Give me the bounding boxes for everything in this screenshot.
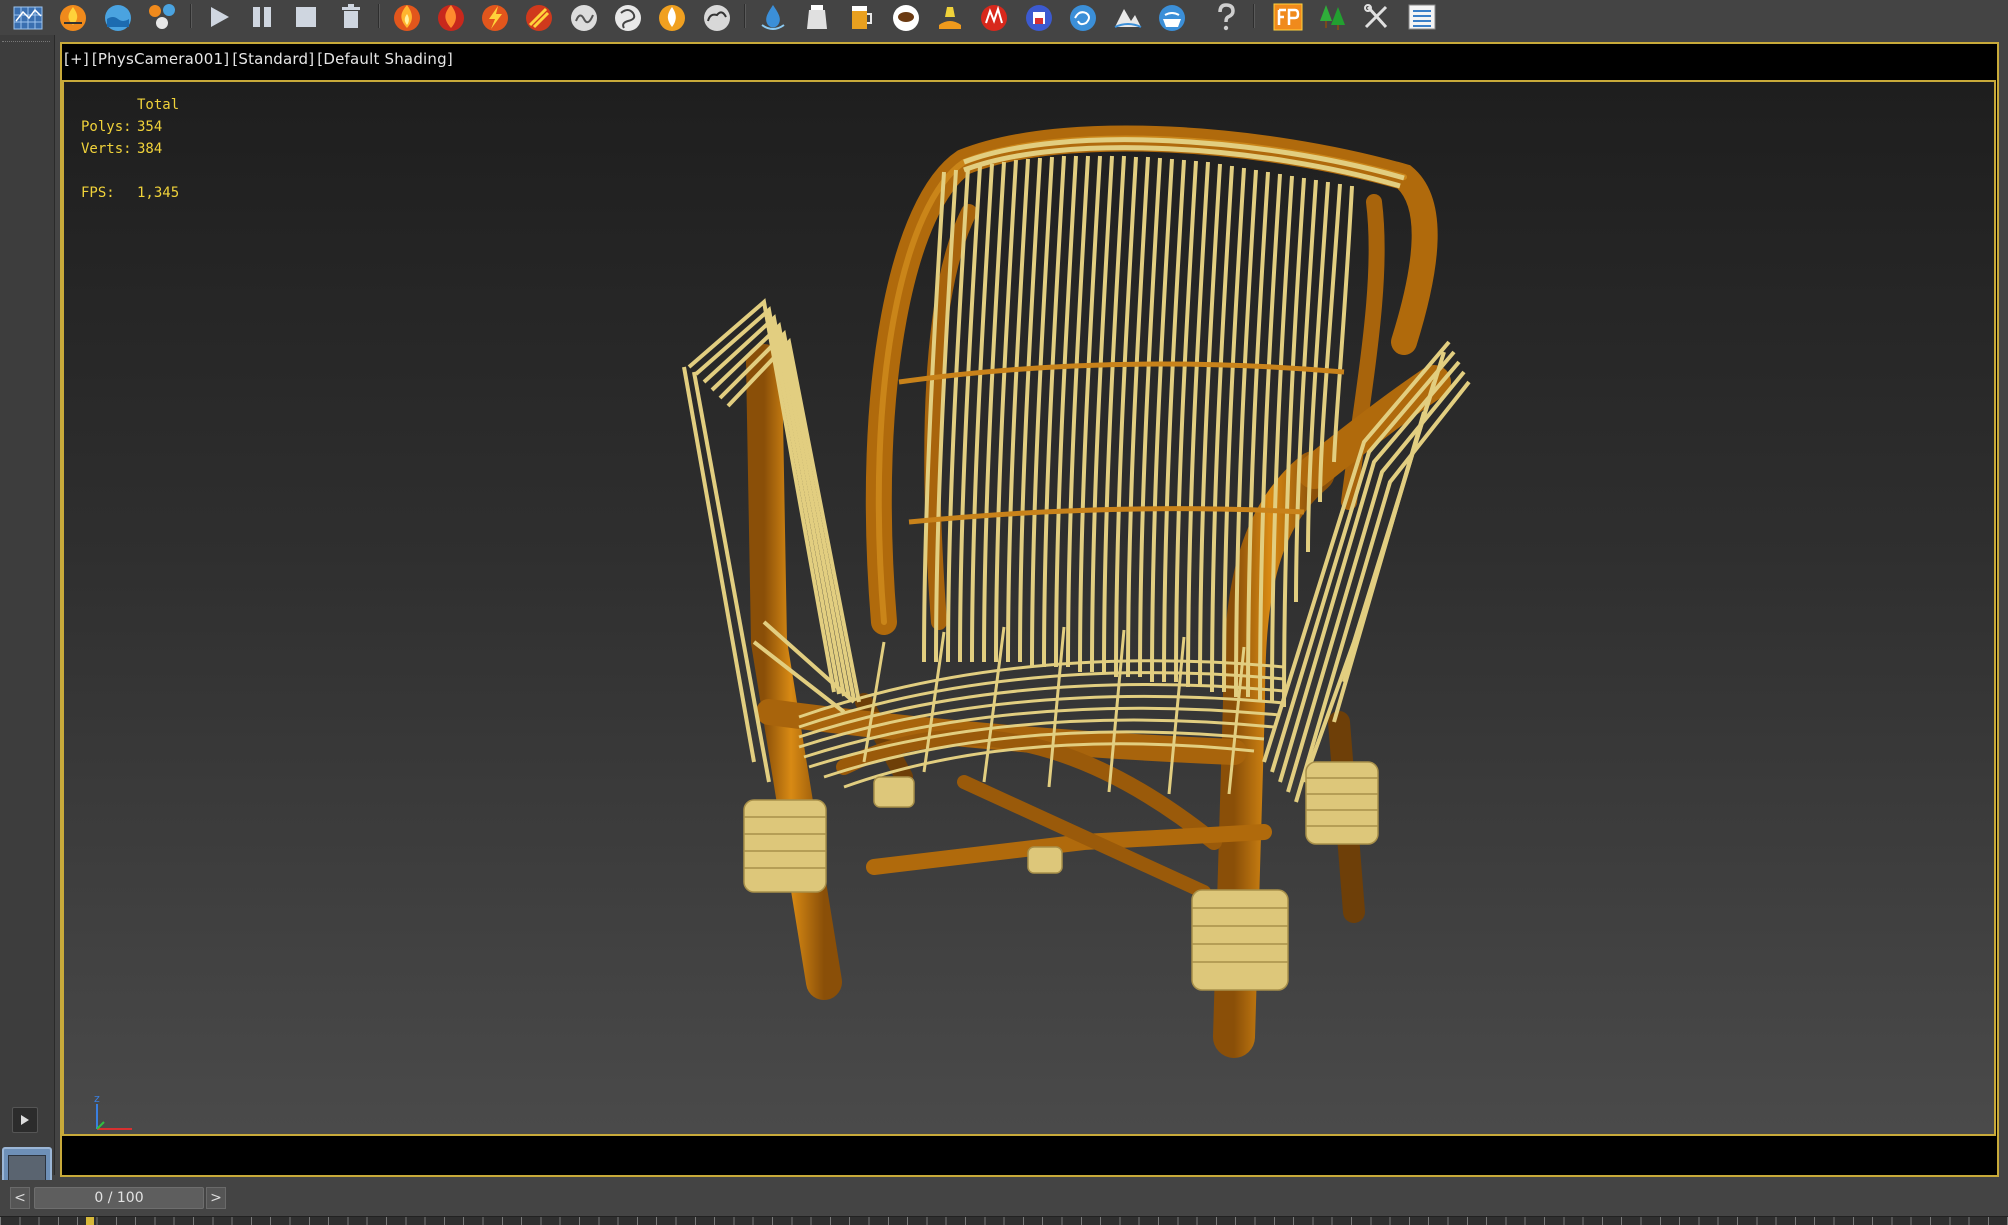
container-icon[interactable]: [797, 0, 837, 34]
axis-tripod-gizmo: z: [94, 1094, 132, 1130]
trees-icon[interactable]: [1313, 0, 1353, 34]
app-window: [+] [PhysCamera001] [Standard] [Default Sha…: [0, 0, 2008, 1225]
toolbar-separator: [1253, 4, 1255, 28]
grid-icon[interactable]: [8, 0, 48, 34]
fire-red-icon[interactable]: [431, 0, 471, 34]
water-drop-icon[interactable]: [753, 0, 793, 34]
fire-bolt-icon[interactable]: [475, 0, 515, 34]
frame-readout: 0 / 100: [94, 1190, 144, 1206]
toolbar-separator: [190, 4, 192, 28]
beer-mug-icon[interactable]: [841, 0, 881, 34]
timeline-prev-button[interactable]: <: [10, 1187, 30, 1209]
timeline-next-button[interactable]: >: [206, 1187, 226, 1209]
lava-pour-icon[interactable]: [930, 0, 970, 34]
viewport-canvas[interactable]: Total Polys: 354 Verts: 384 FPS: 1,345 z: [62, 80, 1996, 1136]
viewport-renderer-menu[interactable]: [Standard]: [232, 50, 314, 68]
left-command-strip: [0, 35, 55, 1199]
timeline-bar: < 0 / 100 >: [0, 1180, 2008, 1225]
list-icon[interactable]: [1402, 0, 1442, 34]
rattan-chair-model[interactable]: [64, 82, 1996, 1136]
rattan-leg-wraps: [743, 761, 1379, 991]
expand-button[interactable]: [12, 1107, 38, 1133]
timeline-track[interactable]: [0, 1216, 2008, 1225]
toolbar-separator: [744, 4, 746, 28]
smoke-icon[interactable]: [564, 0, 604, 34]
timeline-ticks: [0, 1217, 2008, 1225]
trash-icon[interactable]: [331, 0, 371, 34]
smoke-swirl-icon[interactable]: [608, 0, 648, 34]
strip-grip[interactable]: [2, 41, 50, 44]
fp-logo-icon[interactable]: [1268, 0, 1308, 34]
viewport-camera-menu[interactable]: [PhysCamera001]: [92, 50, 229, 68]
particles-icon[interactable]: [142, 0, 182, 34]
stop-icon[interactable]: [286, 0, 326, 34]
water-cup-icon[interactable]: [1152, 0, 1192, 34]
time-slider[interactable]: 0 / 100: [34, 1187, 204, 1209]
play-icon: [21, 1115, 29, 1125]
toolbar-separator: [378, 4, 380, 28]
axis-z-label: z: [94, 1094, 100, 1105]
viewport-label-menu[interactable]: [+] [PhysCamera001] [Standard] [Default Sha…: [64, 50, 456, 68]
flame-icon[interactable]: [652, 0, 692, 34]
viewport-plus-menu[interactable]: [+]: [64, 50, 89, 68]
fire-bowl-icon[interactable]: [53, 0, 93, 34]
viewport-shading-menu[interactable]: [Default Shading]: [317, 50, 453, 68]
tools-icon[interactable]: [1357, 0, 1397, 34]
viewport-bottom-bar: [62, 1138, 1996, 1175]
fire-icon[interactable]: [387, 0, 427, 34]
water-bowl-icon[interactable]: [98, 0, 138, 34]
main-toolbar: [0, 0, 2008, 35]
play-icon[interactable]: [198, 0, 238, 34]
pause-icon[interactable]: [242, 0, 282, 34]
splash-icon[interactable]: [974, 0, 1014, 34]
help-icon[interactable]: [1206, 0, 1246, 34]
coffee-cup-icon[interactable]: [886, 0, 926, 34]
fire-spark-icon[interactable]: [519, 0, 559, 34]
smoke-cloud-icon[interactable]: [697, 0, 737, 34]
timeline-cursor[interactable]: [86, 1217, 94, 1225]
rattan-back-weave: [922, 155, 1354, 708]
water-swirl-icon[interactable]: [1063, 0, 1103, 34]
wave-mountain-icon[interactable]: [1108, 0, 1148, 34]
floppy-disk-icon[interactable]: [1019, 0, 1059, 34]
